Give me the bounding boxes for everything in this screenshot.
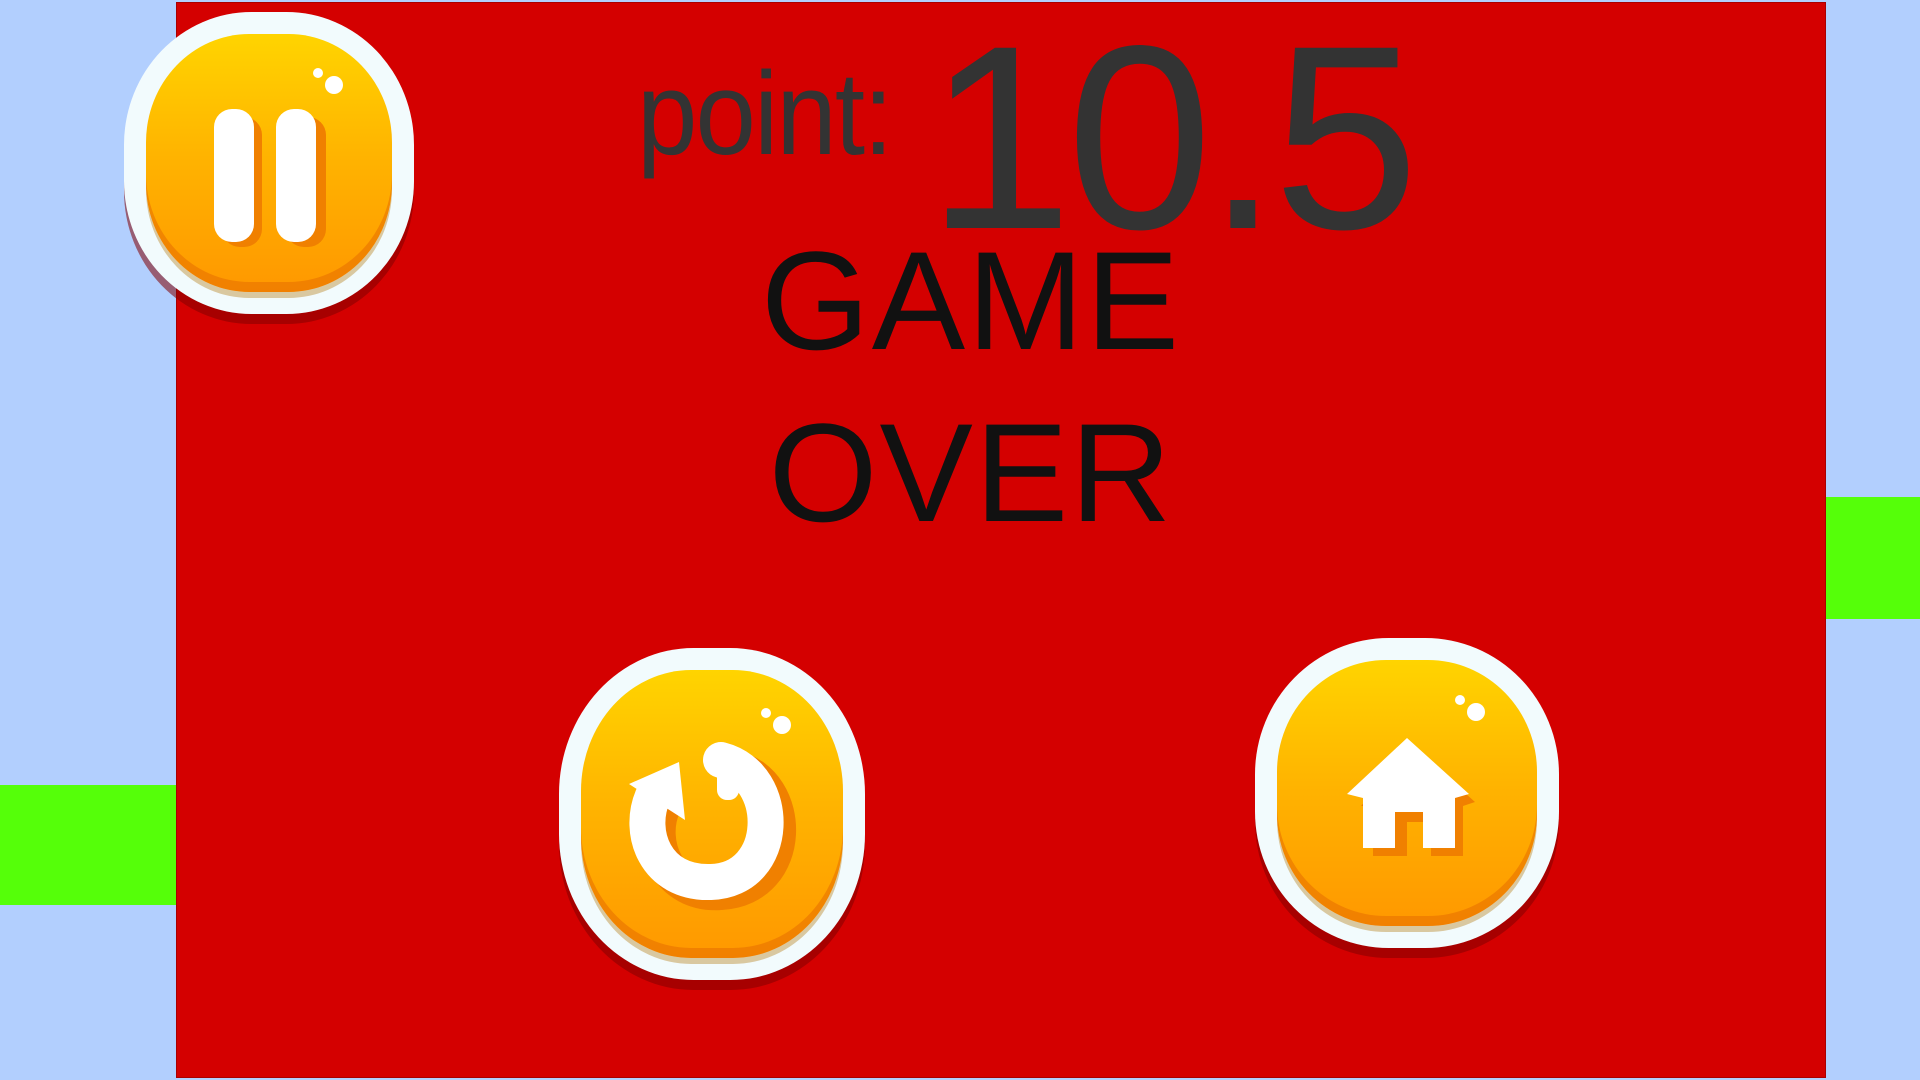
home-icon [1347, 738, 1475, 856]
score-label: point: [637, 48, 893, 180]
pause-button[interactable] [124, 12, 414, 314]
game-over-title-line-2: OVER [768, 394, 1174, 551]
green-obstacle-left [0, 785, 178, 905]
pause-button-face [146, 34, 392, 292]
green-obstacle-right [1825, 497, 1920, 619]
restart-button-face [581, 670, 843, 958]
restart-button[interactable] [559, 648, 865, 980]
game-over-panel: point: 10.5 GAME OVER [176, 2, 1826, 1078]
restart-icon [629, 742, 796, 911]
pause-icon [214, 109, 326, 247]
score-display: point: 10.5 [177, 3, 1825, 269]
home-button[interactable] [1255, 638, 1559, 948]
home-button-face [1277, 660, 1537, 926]
